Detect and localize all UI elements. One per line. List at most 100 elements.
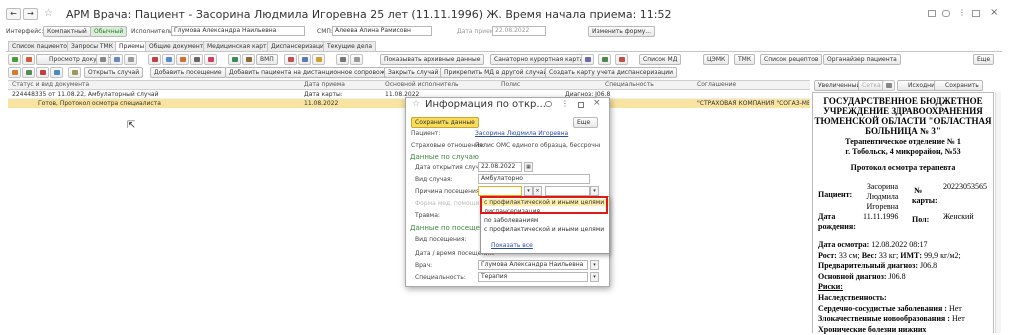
col-specialty[interactable]: Специальность xyxy=(605,81,654,88)
cardio-line: Сердечно-сосудистые заболевания : Нет xyxy=(818,303,962,313)
tab-dispensary[interactable]: Диспансеризация xyxy=(267,41,332,51)
date-input[interactable]: 22.08.2022 xyxy=(492,26,546,36)
preview-scrollbar[interactable] xyxy=(995,92,1001,333)
dropdown-option[interactable]: с профилактической и иными целями xyxy=(481,226,604,233)
doctor-dropdown-icon[interactable]: ▾ xyxy=(590,260,599,270)
enlarged-button[interactable]: Увеличенный xyxy=(814,80,865,91)
tmk-button[interactable]: ТМК xyxy=(734,54,756,65)
folder-icon[interactable] xyxy=(312,54,325,65)
reason-dropdown-icon[interactable]: ▾ xyxy=(524,186,533,196)
copy-icon[interactable] xyxy=(22,54,35,65)
highlight-box xyxy=(480,196,608,214)
executor-select[interactable]: Глумова Александра Наильевна xyxy=(171,26,305,36)
cart-icon[interactable] xyxy=(68,67,81,78)
save-preview-button[interactable]: Сохранить xyxy=(934,80,983,91)
dropdown-option[interactable]: по заболеваниям xyxy=(481,217,538,224)
clock-icon[interactable] xyxy=(8,67,21,78)
sanatorium-button[interactable]: Санаторно курортная карта xyxy=(490,54,588,65)
create-disp-button[interactable]: Создать карту учета диспансеризации xyxy=(545,67,678,78)
pill-icon[interactable] xyxy=(176,54,189,65)
doctor-select[interactable]: Глумова Александра Наильевна xyxy=(478,260,588,270)
smp-select[interactable]: Алеева Алина Рамисовн xyxy=(332,26,432,36)
printer-icon[interactable] xyxy=(336,54,349,65)
reason-extra-dropdown-icon[interactable]: ▾ xyxy=(590,186,599,196)
flask-icon[interactable] xyxy=(110,54,123,65)
pen-icon[interactable] xyxy=(148,54,161,65)
chart-icon[interactable] xyxy=(228,54,241,65)
exam-date-line: Дата осмотра: 12.08.2022 08:17 xyxy=(818,240,928,249)
window-controls[interactable]: ⋮ × xyxy=(928,7,1008,20)
grid-icon[interactable] xyxy=(598,54,611,65)
col-executor[interactable]: Основной исполнитель xyxy=(385,81,459,88)
dialog-menu-icon[interactable]: ⋮ xyxy=(561,99,569,108)
more-button[interactable]: Еще xyxy=(973,54,995,65)
reason-extra-select[interactable] xyxy=(545,186,590,196)
recipes-button[interactable]: Список рецептов xyxy=(760,54,823,65)
favorite-star-icon[interactable]: ☆ xyxy=(44,8,53,19)
open-case-button[interactable]: Открыть случай xyxy=(84,67,144,78)
tool-icon[interactable] xyxy=(124,54,137,65)
show-all-link[interactable]: Показать все xyxy=(491,242,533,249)
show-archive-button[interactable]: Показывать архивные данные xyxy=(380,54,485,65)
stack-icon[interactable] xyxy=(581,54,594,65)
col-agreement[interactable]: Соглашение xyxy=(697,81,736,88)
maximize-icon[interactable] xyxy=(972,10,980,17)
tab-tmk-requests[interactable]: Запросы ТМК xyxy=(67,41,117,51)
dialog-maximize-icon[interactable] xyxy=(578,102,584,108)
dob-value-doc: 11.11.1996 xyxy=(863,212,899,221)
edit-icon[interactable] xyxy=(96,54,109,65)
reason-select[interactable] xyxy=(478,186,522,196)
dialog-star-icon[interactable]: ☆ xyxy=(412,99,420,109)
delete-icon[interactable] xyxy=(36,67,49,78)
vmp-button[interactable]: ВМП xyxy=(256,54,278,65)
dialog-more-button[interactable]: Еще xyxy=(573,117,598,128)
dob-label-doc: Дата рождения: xyxy=(818,212,856,231)
normal-button[interactable]: Обычный xyxy=(90,26,128,37)
change-form-button[interactable]: Изменить форму... xyxy=(588,26,656,37)
md-list-button[interactable]: Список МД xyxy=(639,54,682,65)
flag-icon[interactable] xyxy=(615,54,628,65)
forward-button[interactable]: → xyxy=(23,8,38,20)
refresh-icon[interactable] xyxy=(50,67,63,78)
add-icon[interactable] xyxy=(8,54,21,65)
reason-clear-icon[interactable]: × xyxy=(533,186,542,196)
organizer-button[interactable]: Органайзер пациента xyxy=(823,54,901,65)
dialog-link-icon[interactable] xyxy=(545,101,552,107)
calendar-picker-icon[interactable]: ▦ xyxy=(524,162,533,172)
attach-md-button[interactable]: Прикрепить МД в другой случай xyxy=(440,67,552,78)
close-icon[interactable]: × xyxy=(990,7,998,18)
link-icon[interactable] xyxy=(942,10,950,17)
dialog-close-icon[interactable]: × xyxy=(593,98,601,108)
save-data-button[interactable]: Сохранить данные xyxy=(411,117,479,128)
heart-icon[interactable] xyxy=(204,54,217,65)
grid-button[interactable]: Сетка xyxy=(858,80,885,91)
list-icon[interactable] xyxy=(242,54,255,65)
add-remote-button[interactable]: Добавить пациента на дистанционное сопро… xyxy=(225,67,409,78)
open-date-input[interactable]: 22.08.2022 xyxy=(478,162,522,172)
tab-documents[interactable]: Общие документы xyxy=(145,41,212,51)
calendar-icon[interactable] xyxy=(284,54,297,65)
close-case-button[interactable]: Закрыть случай xyxy=(384,67,443,78)
specialty-dropdown-icon[interactable]: ▾ xyxy=(590,272,599,282)
col-policy[interactable]: Полис xyxy=(501,81,520,88)
zoom-icon[interactable] xyxy=(882,80,895,91)
col-date[interactable]: Дата приема xyxy=(304,81,345,88)
compact-button[interactable]: Компактный xyxy=(43,26,91,37)
cemk-button[interactable]: ЦЭМК xyxy=(703,54,730,65)
table-icon[interactable] xyxy=(22,67,35,78)
more-vert-icon[interactable]: ⋮ xyxy=(958,8,966,17)
person-icon[interactable] xyxy=(298,54,311,65)
col-status[interactable]: Статус и вид документа xyxy=(12,81,89,88)
specialty-select[interactable]: Терапия xyxy=(478,272,588,282)
archive-icon[interactable] xyxy=(350,54,363,65)
text-icon[interactable] xyxy=(190,54,203,65)
tab-medical-card[interactable]: Медицинская карта xyxy=(203,41,275,51)
back-button[interactable]: ← xyxy=(6,8,21,20)
tab-current-tasks[interactable]: Текущие дела xyxy=(323,41,377,51)
case-type-select[interactable]: Амбулаторно xyxy=(478,174,590,184)
patient-link[interactable]: Засорина Людмила Игоревна xyxy=(475,130,568,137)
add-visit-button[interactable]: Добавить посещение xyxy=(150,67,226,78)
tab-patients[interactable]: Список пациентов xyxy=(8,41,75,51)
print-icon[interactable] xyxy=(928,10,936,17)
doc-icon[interactable] xyxy=(162,54,175,65)
